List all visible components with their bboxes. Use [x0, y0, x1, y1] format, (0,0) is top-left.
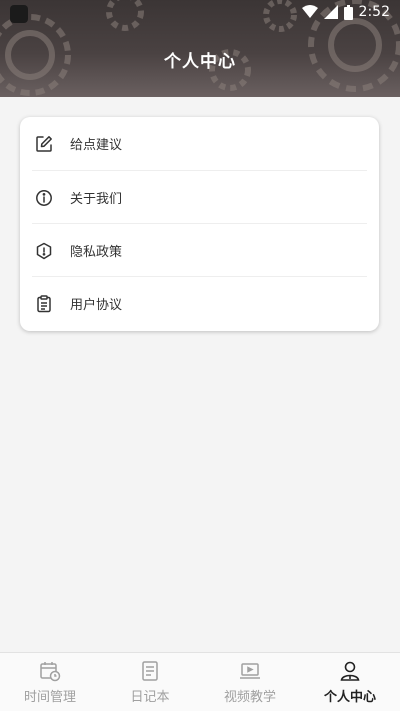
signal-icon	[323, 5, 338, 19]
menu-item-label: 给点建议	[70, 138, 123, 153]
info-icon	[34, 188, 54, 208]
menu-item-label: 关于我们	[70, 192, 123, 207]
menu-item-privacy[interactable]: 隐私政策	[32, 224, 367, 277]
tab-label: 日记本	[130, 690, 170, 705]
laptop-icon	[240, 663, 260, 679]
battery-icon	[343, 4, 353, 20]
tab-personal-center[interactable]: 个人中心	[300, 653, 400, 711]
tab-label: 视频教学	[223, 690, 276, 705]
shield-icon	[34, 241, 54, 261]
status-time: 2:52	[358, 4, 390, 20]
menu-item-about[interactable]: 关于我们	[32, 171, 367, 224]
menu-item-label: 用户协议	[70, 298, 123, 313]
notification-icon	[10, 5, 28, 23]
menu-item-feedback[interactable]: 给点建议	[32, 117, 367, 170]
calendar-clock-icon	[40, 662, 61, 682]
tab-diary[interactable]: 日记本	[100, 653, 200, 711]
edit-icon	[34, 134, 54, 154]
notebook-icon	[142, 661, 158, 681]
page-title: 个人中心	[164, 52, 236, 72]
status-bar: 2:52	[0, 0, 400, 28]
header: 2:52 个人中心	[0, 0, 400, 97]
menu-item-label: 隐私政策	[70, 245, 123, 260]
tab-video-tutorial[interactable]: 视频教学	[200, 653, 300, 711]
tab-label: 时间管理	[23, 690, 76, 705]
wifi-icon	[301, 5, 318, 18]
clipboard-icon	[34, 294, 54, 314]
menu-card: 给点建议 关于我们 隐私政策 用户协议	[20, 117, 379, 331]
tab-time-management[interactable]: 时间管理	[0, 653, 100, 711]
user-icon	[340, 661, 360, 681]
bottom-nav: 时间管理 日记本 视频教学 个人中心	[0, 652, 400, 711]
menu-item-user-agreement[interactable]: 用户协议	[32, 277, 367, 330]
tab-label: 个人中心	[323, 690, 376, 705]
